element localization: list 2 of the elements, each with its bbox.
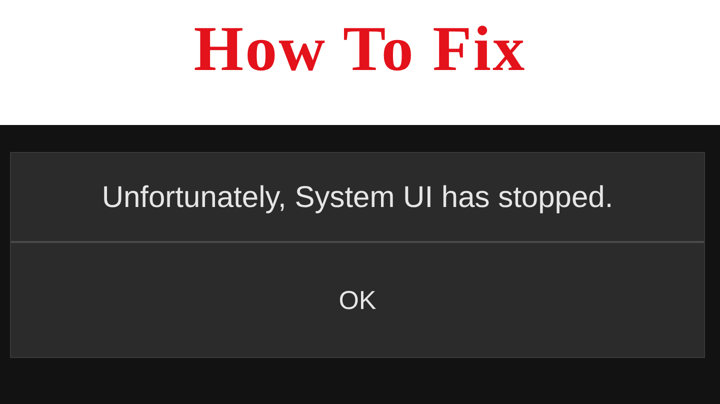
error-message: Unfortunately, System UI has stopped.	[102, 180, 614, 216]
headline: How To Fix	[194, 14, 526, 84]
